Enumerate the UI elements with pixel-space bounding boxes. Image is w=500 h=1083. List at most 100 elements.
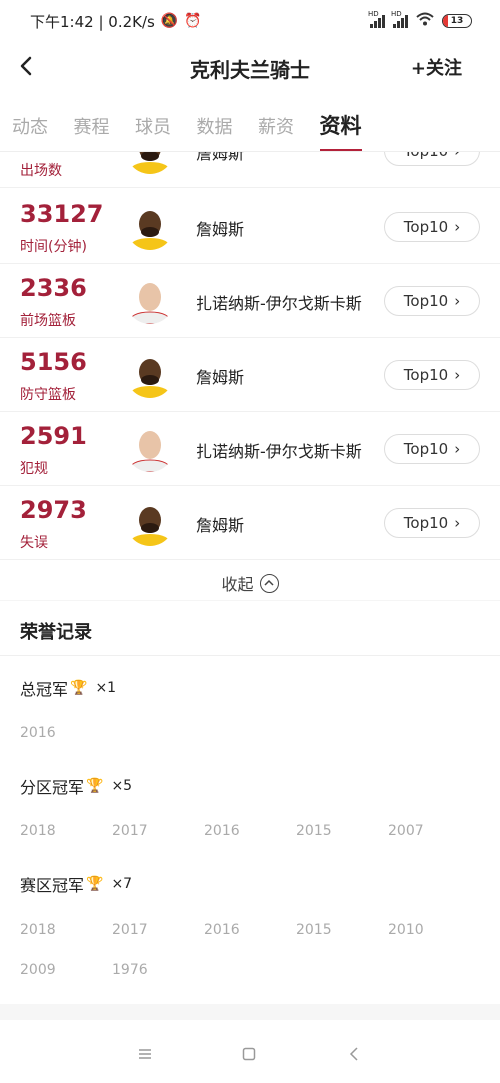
- honor-years: 2018 2017 2016 2015 2010: [20, 922, 490, 938]
- follow-button[interactable]: +关注: [411, 54, 462, 80]
- top10-button[interactable]: Top10 ›: [384, 286, 480, 316]
- honor-count: ×1: [95, 680, 117, 696]
- back-icon[interactable]: [342, 1042, 366, 1066]
- home-icon[interactable]: [237, 1042, 261, 1066]
- record-label: 犯规: [20, 461, 48, 477]
- chevron-right-icon: ›: [454, 366, 461, 384]
- chevron-right-icon: ›: [454, 514, 461, 532]
- honor-name: 分区冠军: [20, 778, 85, 797]
- status-bar: 下午1:42 | 0.2K/s 🔕 ⏰ HD HD 13: [0, 0, 500, 42]
- player-name[interactable]: 詹姆斯: [196, 364, 244, 388]
- record-label: 前场篮板: [20, 313, 76, 329]
- record-row: 5156 防守篮板 詹姆斯 Top10 ›: [0, 338, 500, 412]
- signal-icon: HD: [391, 10, 408, 28]
- honor-year: 2015: [296, 823, 332, 839]
- honors-title: 荣誉记录: [20, 622, 92, 643]
- record-label: 时间(分钟): [20, 239, 87, 255]
- honor-group-title: 总冠军 🏆 ×1: [20, 676, 116, 700]
- chevron-up-icon: [259, 573, 279, 593]
- tab-profile[interactable]: 资料: [319, 100, 382, 151]
- wifi-icon: [416, 12, 434, 30]
- honor-year: 2007: [388, 823, 424, 839]
- record-label: 出场数: [20, 163, 62, 179]
- player-name[interactable]: 扎诺纳斯-伊尔戈斯卡斯: [196, 438, 362, 462]
- record-row: 出场数 詹姆斯 Top10 ›: [0, 152, 500, 188]
- player-avatar: [126, 498, 174, 546]
- top10-button[interactable]: Top10 ›: [384, 152, 480, 166]
- record-value: 2973: [20, 496, 87, 524]
- menu-icon[interactable]: [133, 1042, 157, 1066]
- honor-group-title: 分区冠军 🏆 ×5: [20, 774, 132, 798]
- signal-icon: HD: [368, 10, 385, 28]
- top10-button[interactable]: Top10 ›: [384, 434, 480, 464]
- chevron-left-icon[interactable]: [12, 52, 40, 80]
- player-name[interactable]: 詹姆斯: [196, 152, 244, 164]
- honor-years: 2016: [20, 725, 490, 741]
- collapse-button[interactable]: 收起: [0, 566, 500, 600]
- top10-label: Top10: [404, 152, 448, 160]
- record-row: 2591 犯规 扎诺纳斯-伊尔戈斯卡斯 Top10 ›: [0, 412, 500, 486]
- system-nav-bar: [0, 1022, 500, 1083]
- team-records-list: 出场数 詹姆斯 Top10 › 33127 时间(分钟) 詹姆斯 Top10 › 2…: [0, 152, 500, 562]
- tab-players[interactable]: 球员: [135, 100, 197, 151]
- top10-label: Top10: [403, 440, 449, 458]
- alarm-icon: ⏰: [184, 13, 202, 29]
- tab-news[interactable]: 动态: [12, 100, 74, 151]
- player-avatar: [126, 152, 174, 174]
- battery-icon: 13: [442, 14, 472, 28]
- player-name[interactable]: 詹姆斯: [196, 216, 244, 240]
- record-row: 2973 失误 詹姆斯 Top10 ›: [0, 486, 500, 560]
- app-header: 克利夫兰骑士 +关注: [0, 42, 500, 90]
- player-avatar: [126, 424, 174, 472]
- honor-year: 2016: [204, 823, 240, 839]
- honor-year: 2016: [20, 725, 56, 741]
- record-value: 2336: [20, 274, 87, 302]
- mute-icon: 🔕: [160, 13, 179, 29]
- chevron-right-icon: ›: [454, 440, 461, 458]
- player-avatar: [126, 202, 174, 250]
- record-label: 防守篮板: [20, 387, 76, 403]
- chevron-right-icon: ›: [454, 292, 461, 310]
- divider: [0, 1004, 500, 1020]
- chevron-right-icon: ›: [454, 152, 460, 160]
- honor-count: ×5: [111, 778, 133, 794]
- honor-year: 2017: [112, 922, 148, 938]
- collapse-label: 收起: [221, 575, 254, 594]
- top10-label: Top10: [403, 514, 449, 532]
- honor-years: 2018 2017 2016 2015 2007: [20, 823, 490, 839]
- honor-year: 1976: [112, 962, 148, 978]
- honor-name: 赛区冠军: [20, 876, 85, 895]
- record-value: 5156: [20, 348, 87, 376]
- tab-schedule[interactable]: 赛程: [74, 100, 136, 151]
- record-row: 2336 前场篮板 扎诺纳斯-伊尔戈斯卡斯 Top10 ›: [0, 264, 500, 338]
- honor-year: 2009: [20, 962, 56, 978]
- honor-group-title: 赛区冠军 🏆 ×7: [20, 872, 132, 896]
- divider: [0, 600, 500, 601]
- chevron-right-icon: ›: [454, 218, 461, 236]
- status-time: 下午1:42 | 0.2K/s: [30, 12, 155, 31]
- honor-name: 总冠军: [20, 680, 69, 699]
- tab-stats[interactable]: 数据: [197, 100, 259, 151]
- record-label: 失误: [20, 535, 48, 551]
- player-name[interactable]: 扎诺纳斯-伊尔戈斯卡斯: [196, 290, 362, 314]
- trophy-icon: 🏆: [86, 876, 104, 892]
- honor-year: 2015: [296, 922, 332, 938]
- top10-button[interactable]: Top10 ›: [384, 360, 480, 390]
- tab-salary[interactable]: 薪资: [258, 100, 320, 151]
- tab-bar: 动态 赛程 球员 数据 薪资 资料: [0, 100, 500, 152]
- top10-button[interactable]: Top10 ›: [384, 212, 480, 242]
- player-name[interactable]: 詹姆斯: [196, 512, 244, 536]
- honor-count: ×7: [111, 876, 133, 892]
- trophy-icon: 🏆: [70, 680, 88, 696]
- divider: [0, 655, 500, 656]
- top10-label: Top10: [403, 366, 449, 384]
- top10-button[interactable]: Top10 ›: [384, 508, 480, 538]
- honor-year: 2016: [204, 922, 240, 938]
- honor-year: 2018: [20, 922, 56, 938]
- player-avatar: [126, 276, 174, 324]
- top10-label: Top10: [403, 292, 449, 310]
- record-value: 33127: [20, 200, 104, 228]
- trophy-icon: 🏆: [86, 778, 104, 794]
- honor-years: 2009 1976: [20, 962, 490, 978]
- record-value: 2591: [20, 422, 87, 450]
